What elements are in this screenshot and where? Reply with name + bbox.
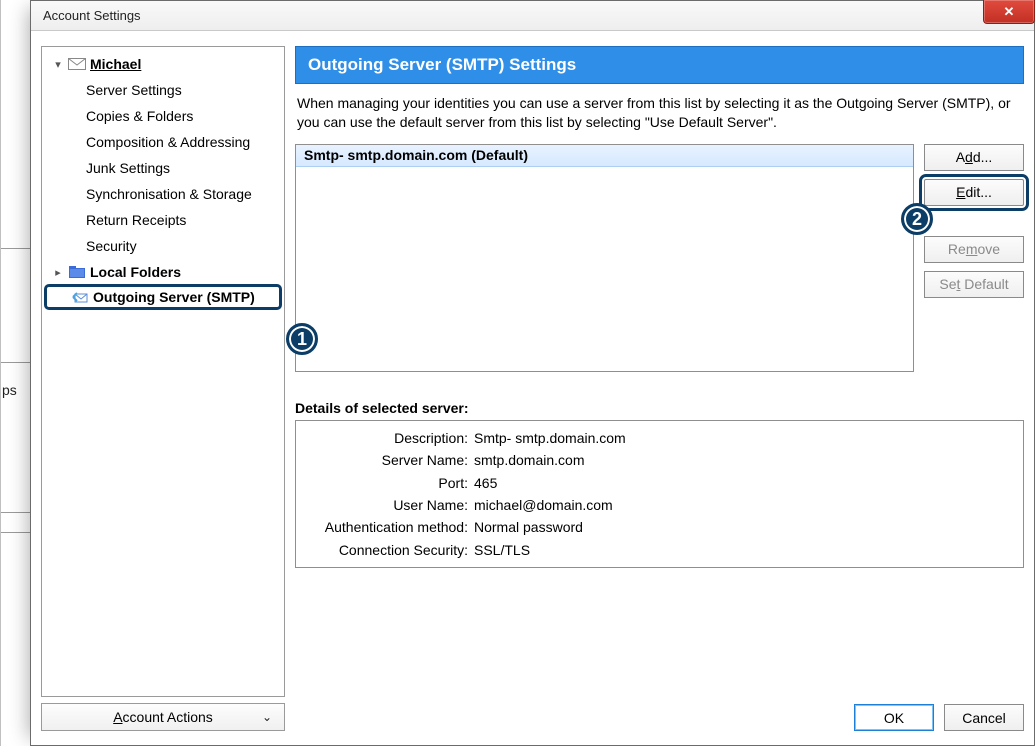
ok-button[interactable]: OK xyxy=(854,704,934,731)
annotation-badge-1: 1 xyxy=(286,323,318,355)
chevron-down-icon: ▾ xyxy=(52,58,64,71)
smtp-server-list[interactable]: Smtp- smtp.domain.com (Default) xyxy=(295,144,914,372)
dialog-content: ▾ Michael Server Settings Copies & Folde… xyxy=(41,46,1024,731)
account-settings-dialog: Account Settings ✕ ▾ Michael Server Sett… xyxy=(30,0,1035,746)
detail-label-server-name: Server Name: xyxy=(306,449,468,471)
server-area: Smtp- smtp.domain.com (Default) Add... E… xyxy=(295,144,1024,372)
titlebar: Account Settings ✕ xyxy=(31,1,1034,31)
detail-label-port: Port: xyxy=(306,472,468,494)
remove-button[interactable]: Remove xyxy=(924,236,1024,263)
detail-label-user-name: User Name: xyxy=(306,494,468,516)
detail-label-description: Description: xyxy=(306,427,468,449)
tree-local-folders[interactable]: ▸ Local Folders xyxy=(42,259,284,285)
detail-value-auth: Normal password xyxy=(474,516,583,538)
tree-outgoing-label: Outgoing Server (SMTP) xyxy=(93,289,255,305)
tree-item-composition[interactable]: Composition & Addressing xyxy=(42,129,284,155)
add-button[interactable]: Add... xyxy=(924,144,1024,171)
detail-value-port: 465 xyxy=(474,472,497,494)
server-action-buttons: Add... Edit... Remove Set Default xyxy=(924,144,1024,372)
account-actions-button[interactable]: Account Actions ⌄ xyxy=(41,703,285,731)
tree-outgoing-server[interactable]: Outgoing Server (SMTP) xyxy=(44,284,282,310)
detail-label-auth: Authentication method: xyxy=(306,516,468,538)
detail-label-security: Connection Security: xyxy=(306,539,468,561)
tree-item-return-receipts[interactable]: Return Receipts xyxy=(42,207,284,233)
outgoing-icon xyxy=(71,290,89,304)
tree-item-sync-storage[interactable]: Synchronisation & Storage xyxy=(42,181,284,207)
cancel-button[interactable]: Cancel xyxy=(944,704,1024,731)
edit-button[interactable]: Edit... xyxy=(924,179,1024,206)
chevron-down-icon: ⌄ xyxy=(262,710,272,724)
background-text: ps xyxy=(2,382,17,398)
page-title: Outgoing Server (SMTP) Settings xyxy=(295,46,1024,84)
detail-value-server-name: smtp.domain.com xyxy=(474,449,584,471)
server-details: Description: Smtp- smtp.domain.com Server… xyxy=(295,420,1024,568)
detail-value-user-name: michael@domain.com xyxy=(474,494,613,516)
main-panel: Outgoing Server (SMTP) Settings When man… xyxy=(295,46,1024,731)
folder-icon xyxy=(68,265,86,279)
mail-icon xyxy=(68,57,86,71)
tree-item-junk[interactable]: Junk Settings xyxy=(42,155,284,181)
page-description: When managing your identities you can us… xyxy=(295,84,1024,144)
close-button[interactable]: ✕ xyxy=(983,0,1035,24)
close-icon: ✕ xyxy=(1004,4,1015,20)
tree-account-label: Michael xyxy=(90,56,141,72)
window-title: Account Settings xyxy=(43,8,141,23)
smtp-server-row[interactable]: Smtp- smtp.domain.com (Default) xyxy=(296,145,913,167)
chevron-right-icon: ▸ xyxy=(52,266,64,279)
dialog-footer: OK Cancel xyxy=(854,704,1024,731)
detail-value-description: Smtp- smtp.domain.com xyxy=(474,427,626,449)
annotation-badge-2: 2 xyxy=(901,203,933,235)
tree-local-folders-label: Local Folders xyxy=(90,264,181,280)
tree-item-security[interactable]: Security xyxy=(42,233,284,259)
tree-item-server-settings[interactable]: Server Settings xyxy=(42,77,284,103)
set-default-button[interactable]: Set Default xyxy=(924,271,1024,298)
details-heading: Details of selected server: xyxy=(295,400,1024,416)
tree-item-copies-folders[interactable]: Copies & Folders xyxy=(42,103,284,129)
accounts-tree[interactable]: ▾ Michael Server Settings Copies & Folde… xyxy=(41,46,285,697)
tree-account-michael[interactable]: ▾ Michael xyxy=(42,51,284,77)
detail-value-security: SSL/TLS xyxy=(474,539,530,561)
accounts-tree-panel: ▾ Michael Server Settings Copies & Folde… xyxy=(41,46,285,731)
